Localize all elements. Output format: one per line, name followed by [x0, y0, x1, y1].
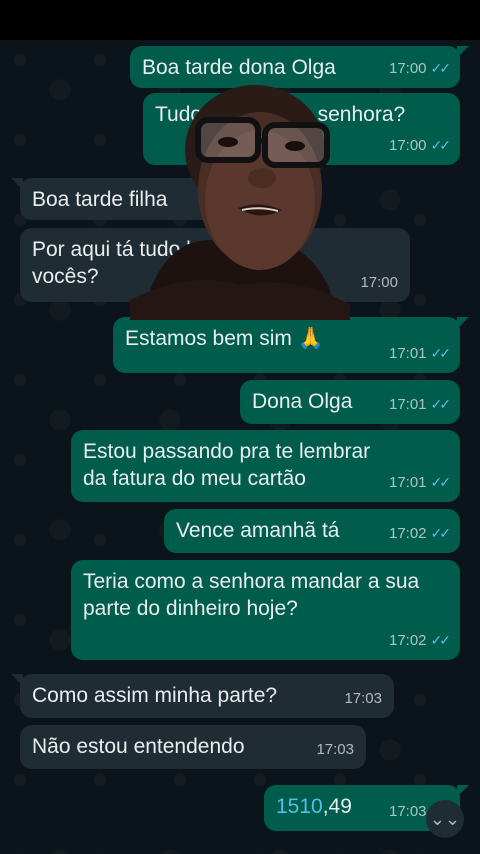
message-text: Teria como a senhora mandar a sua parte … — [83, 570, 420, 620]
read-ticks-icon: ✓✓ — [430, 525, 452, 541]
message-bubble[interactable]: Como assim minha parte? 17:03 — [11, 674, 394, 718]
message-bubble[interactable]: Estou passando pra te lembrar da fatura … — [71, 430, 460, 502]
scroll-down-button[interactable]: ⌄⌄ — [426, 800, 464, 838]
message-bubble[interactable]: Dona Olga 17:01 ✓✓ — [240, 380, 460, 424]
message-time: 17:00 — [360, 274, 398, 291]
message-meta: 17:00 ✓✓ — [388, 55, 452, 82]
message-text: Dona Olga — [252, 390, 353, 413]
message-meta: 17:02 ✓✓ — [388, 627, 452, 654]
message-text: 1510,49 — [276, 795, 352, 818]
message-bubble[interactable]: Teria como a senhora mandar a sua parte … — [71, 560, 460, 660]
message-meta: 17:01 ✓✓ — [388, 391, 452, 418]
phone-number-link[interactable]: 1510 — [276, 795, 323, 818]
message-text: Estamos bem sim 🙏 — [125, 327, 324, 350]
top-black-bar — [0, 0, 480, 40]
message-meta: 17:01 ✓✓ — [388, 469, 452, 496]
message-time: 17:03 — [344, 690, 382, 707]
message-meta: 17:03 — [344, 685, 382, 712]
message-meta: 17:01 ✓✓ — [388, 340, 452, 367]
message-time: 17:02 — [388, 632, 427, 649]
message-time: 17:00 — [388, 60, 427, 77]
read-ticks-icon: ✓✓ — [430, 345, 452, 361]
message-time: 17:00 — [388, 137, 427, 154]
message-time: 17:01 — [388, 345, 427, 362]
message-text: Estou passando pra te lembrar da fatura … — [83, 440, 371, 490]
webcam-face-overlay — [130, 85, 350, 320]
message-time: 17:01 — [388, 396, 427, 413]
message-meta: 17:02 ✓✓ — [388, 520, 452, 547]
read-ticks-icon: ✓✓ — [430, 396, 452, 412]
message-text-rest: ,49 — [322, 795, 352, 818]
message-meta: 17:03 — [316, 736, 354, 763]
read-ticks-icon: ✓✓ — [430, 632, 452, 648]
message-time: 17:02 — [388, 525, 427, 542]
read-ticks-icon: ✓✓ — [430, 137, 452, 153]
message-text: Não estou entendendo — [32, 735, 245, 758]
double-chevron-down-icon: ⌄⌄ — [429, 808, 461, 829]
message-meta: 17:00 — [360, 269, 398, 296]
read-ticks-icon: ✓✓ — [430, 474, 452, 490]
message-time: 17:03 — [316, 741, 354, 758]
message-time: 17:01 — [388, 474, 427, 491]
message-meta: 17:00 ✓✓ — [388, 132, 452, 159]
message-text: Como assim minha parte? — [32, 684, 278, 707]
message-text: Vence amanhã tá — [176, 519, 340, 542]
message-bubble[interactable]: Estamos bem sim 🙏 17:01 ✓✓ — [113, 317, 469, 373]
message-time: 17:03 — [388, 803, 427, 820]
read-ticks-icon: ✓✓ — [430, 60, 452, 76]
message-bubble[interactable]: Não estou entendendo 17:03 — [20, 725, 366, 769]
message-bubble[interactable]: Vence amanhã tá 17:02 ✓✓ — [164, 509, 460, 553]
